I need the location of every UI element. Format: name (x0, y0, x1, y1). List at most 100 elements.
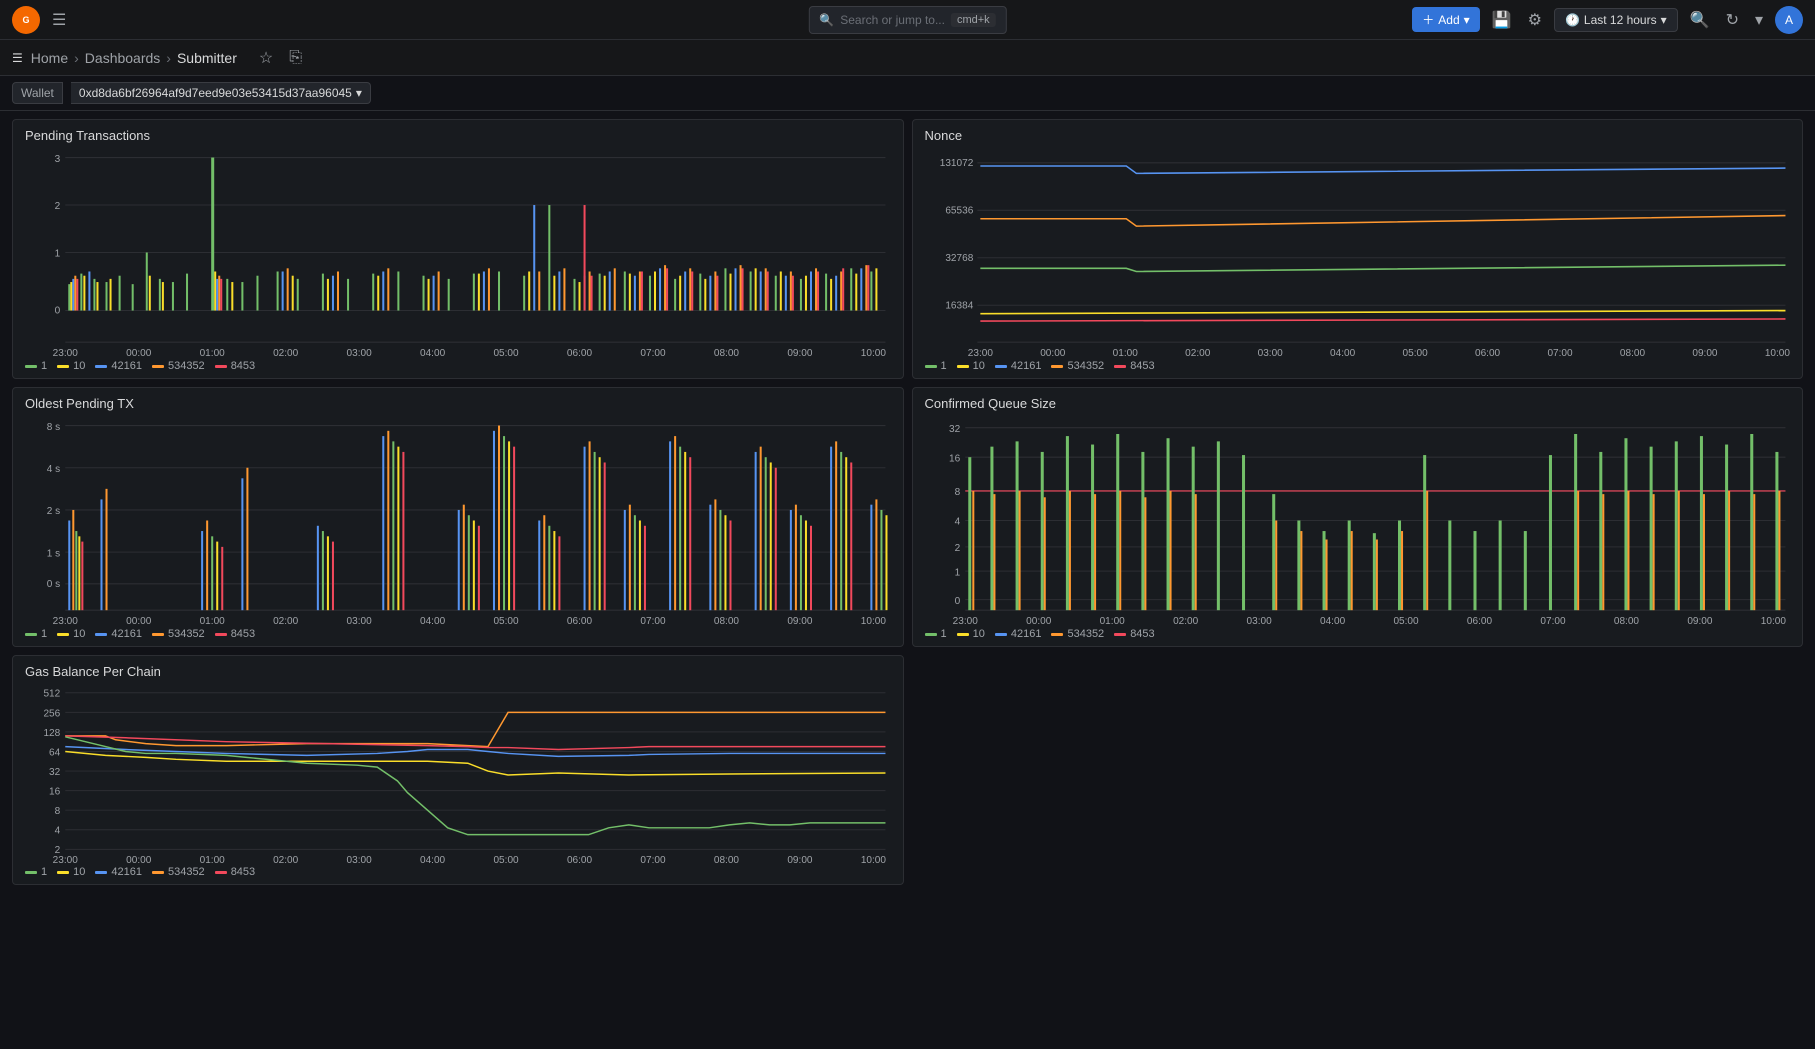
svg-text:05:00: 05:00 (1393, 616, 1418, 626)
breadcrumb-current: Submitter (177, 50, 237, 66)
topbar-right: ＋ Add ▾ 💾 ⚙ 🕐 Last 12 hours ▾ 🔍 ↻ ▾ A (1412, 6, 1803, 34)
svg-text:3: 3 (55, 154, 61, 165)
svg-text:08:00: 08:00 (1619, 348, 1644, 358)
menu-button[interactable]: ☰ (48, 6, 70, 34)
breadcrumb-dashboards[interactable]: Dashboards (85, 50, 161, 66)
legend-label-1: 1 (41, 360, 47, 372)
dashboard: Pending Transactions 3 2 1 0 23:00 00:00… (0, 111, 1815, 1046)
confirmed-queue-panel: Confirmed Queue Size 32 16 8 4 2 1 0 23:… (912, 387, 1804, 647)
pending-tx-title: Pending Transactions (25, 128, 891, 143)
svg-text:03:00: 03:00 (1257, 348, 1282, 358)
svg-text:8 s: 8 s (47, 422, 60, 433)
svg-text:09:00: 09:00 (787, 616, 812, 626)
add-button[interactable]: ＋ Add ▾ (1412, 7, 1479, 32)
avatar[interactable]: A (1775, 6, 1803, 34)
svg-text:02:00: 02:00 (273, 855, 299, 864)
oldest-pending-legend: 1 10 42161 534352 8453 (25, 628, 891, 640)
legend-dot (957, 633, 969, 636)
svg-text:65536: 65536 (945, 205, 973, 216)
svg-text:07:00: 07:00 (1547, 348, 1572, 358)
svg-text:09:00: 09:00 (787, 855, 813, 864)
search-bar[interactable]: 🔍 Search or jump to... cmd+k (808, 6, 1006, 34)
nonce-legend-10: 10 (957, 360, 985, 372)
legend-label-534352: 534352 (168, 360, 205, 372)
svg-text:10:00: 10:00 (861, 855, 887, 864)
breadcrumb-sep-1: › (74, 50, 79, 66)
legend-dot (995, 633, 1007, 636)
legend-item-1: 1 (25, 360, 47, 372)
svg-text:0: 0 (954, 596, 960, 607)
breadcrumb-home[interactable]: Home (31, 50, 68, 66)
svg-text:02:00: 02:00 (1173, 616, 1198, 626)
svg-text:G: G (22, 15, 29, 25)
svg-text:131072: 131072 (939, 158, 973, 169)
zoom-out-btn[interactable]: 🔍 (1686, 6, 1714, 34)
refresh-btn[interactable]: ↻ (1722, 6, 1743, 34)
nonce-legend-1: 1 (925, 360, 947, 372)
nonce-title: Nonce (925, 128, 1791, 143)
svg-text:0 s: 0 s (47, 579, 60, 590)
svg-text:07:00: 07:00 (1540, 616, 1565, 626)
svg-text:07:00: 07:00 (640, 616, 665, 626)
navbar: ☰ Home › Dashboards › Submitter ☆ ⎘ (0, 40, 1815, 76)
svg-text:08:00: 08:00 (714, 616, 739, 626)
star-button[interactable]: ☆ (255, 44, 277, 72)
svg-text:07:00: 07:00 (640, 855, 666, 864)
svg-text:128: 128 (43, 728, 60, 739)
svg-text:23:00: 23:00 (952, 616, 977, 626)
navbar-icons: ☆ ⎘ (255, 44, 306, 72)
svg-text:16: 16 (49, 787, 61, 798)
svg-text:00:00: 00:00 (1026, 616, 1051, 626)
svg-text:06:00: 06:00 (567, 348, 592, 358)
svg-text:03:00: 03:00 (1246, 616, 1271, 626)
legend-dot (152, 633, 164, 636)
svg-text:64: 64 (49, 748, 61, 759)
time-range-button[interactable]: 🕐 Last 12 hours ▾ (1554, 8, 1678, 32)
svg-text:07:00: 07:00 (640, 348, 665, 358)
legend-dot (25, 633, 37, 636)
wallet-chevron: ▾ (356, 86, 362, 100)
svg-text:06:00: 06:00 (567, 855, 593, 864)
confirmed-queue-chart: 32 16 8 4 2 1 0 23:00 00:00 01:00 02:00 … (925, 415, 1791, 626)
nonce-legend-8453: 8453 (1114, 360, 1154, 372)
add-label: Add (1438, 13, 1459, 27)
refresh-interval-btn[interactable]: ▾ (1751, 6, 1767, 34)
svg-text:04:00: 04:00 (420, 348, 445, 358)
search-icon: 🔍 (819, 13, 834, 27)
topbar: G ☰ 🔍 Search or jump to... cmd+k ＋ Add ▾… (0, 0, 1815, 40)
svg-text:00:00: 00:00 (126, 855, 152, 864)
nonce-legend-534352: 534352 (1051, 360, 1104, 372)
nonce-panel: Nonce 131072 65536 32768 16384 23:00 00:… (912, 119, 1804, 379)
svg-text:10:00: 10:00 (861, 616, 886, 626)
gas-balance-legend: 1 10 42161 534352 8453 (25, 866, 891, 878)
svg-text:01:00: 01:00 (200, 348, 225, 358)
legend-label-10: 10 (73, 360, 85, 372)
hamburger-icon[interactable]: ☰ (12, 51, 23, 65)
legend-label-42161: 42161 (111, 360, 142, 372)
settings-icon-btn[interactable]: ⚙ (1524, 6, 1546, 34)
nonce-legend-dot-10 (957, 365, 969, 368)
svg-text:05:00: 05:00 (1402, 348, 1427, 358)
legend-dot-8453 (215, 365, 227, 368)
legend-dot (1051, 633, 1063, 636)
gas-balance-panel: Gas Balance Per Chain 512 256 128 64 32 … (12, 655, 904, 885)
time-chevron: ▾ (1661, 13, 1667, 27)
gas-balance-chart: 512 256 128 64 32 16 8 4 2 23:00 00:00 0… (25, 683, 891, 864)
breadcrumb: Home › Dashboards › Submitter (31, 50, 237, 66)
clock-icon: 🕐 (1565, 13, 1580, 27)
save-icon-btn[interactable]: 💾 (1488, 6, 1516, 34)
svg-text:02:00: 02:00 (273, 616, 298, 626)
nonce-legend-42161: 42161 (995, 360, 1042, 372)
legend-dot (57, 871, 69, 874)
wallet-var-value[interactable]: 0xd8da6bf26964af9d7eed9e03e53415d37aa960… (71, 82, 371, 104)
svg-text:32: 32 (949, 424, 960, 435)
svg-text:02:00: 02:00 (1185, 348, 1210, 358)
svg-text:23:00: 23:00 (53, 855, 79, 864)
svg-text:08:00: 08:00 (714, 348, 739, 358)
nonce-chart: 131072 65536 32768 16384 23:00 00:00 01:… (925, 147, 1791, 358)
svg-text:01:00: 01:00 (200, 855, 226, 864)
svg-text:00:00: 00:00 (126, 616, 151, 626)
svg-text:1: 1 (954, 567, 960, 578)
time-range-label: Last 12 hours (1584, 13, 1657, 27)
share-button[interactable]: ⎘ (285, 45, 306, 71)
